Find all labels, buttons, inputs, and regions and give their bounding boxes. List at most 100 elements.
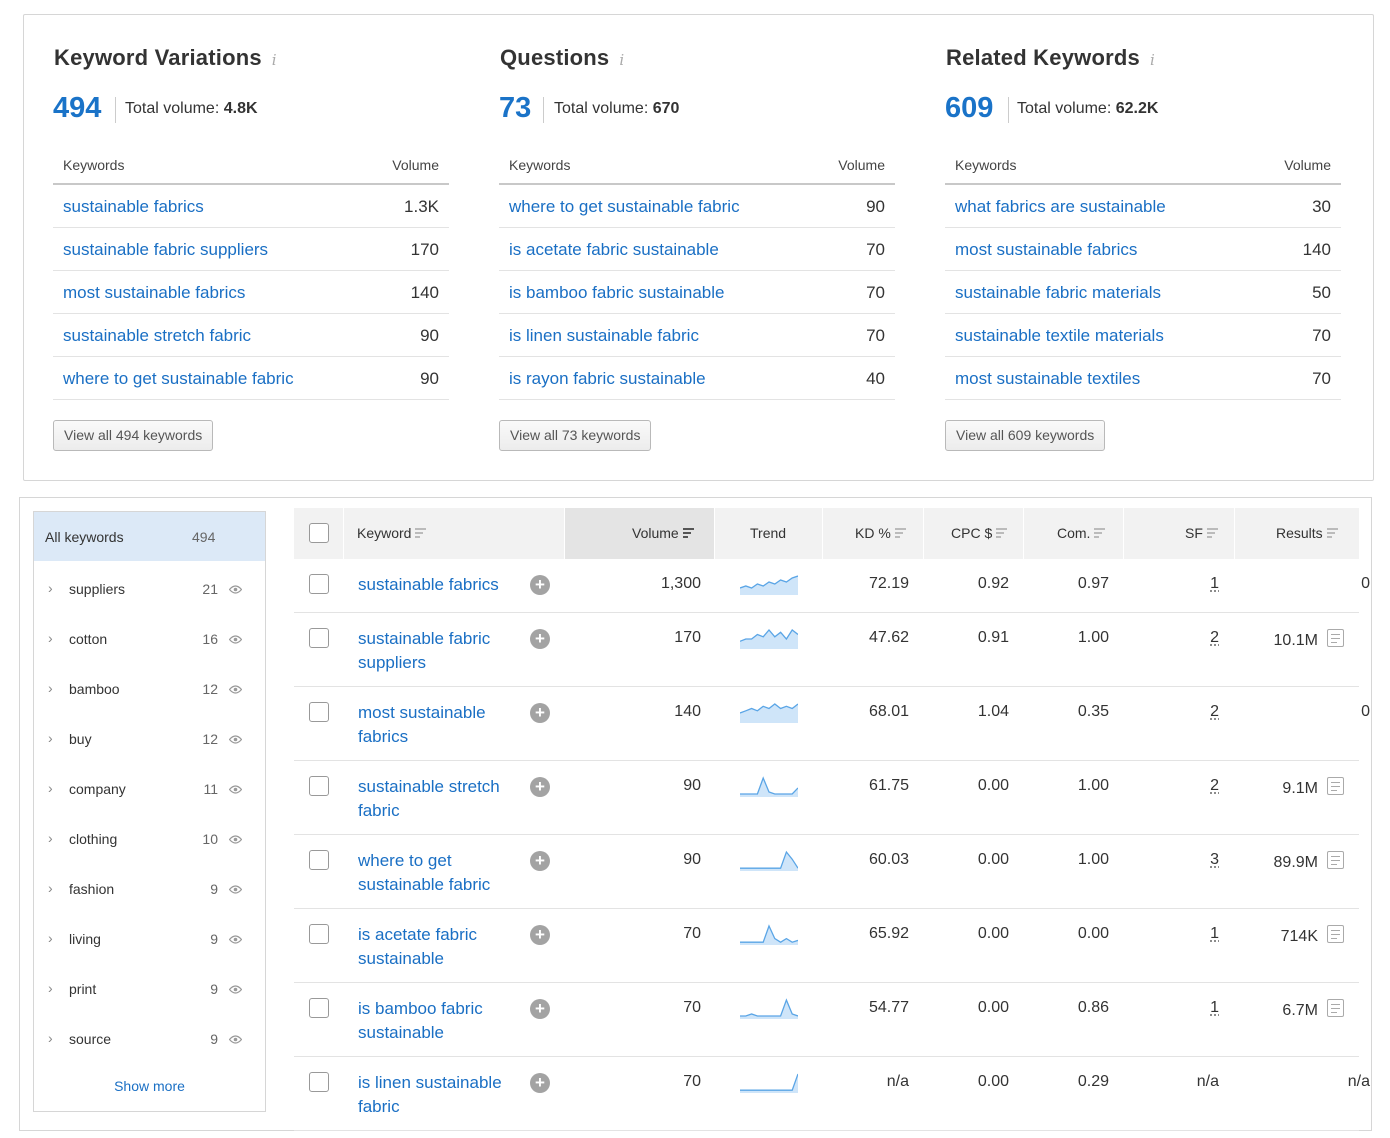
eye-icon[interactable] (228, 681, 243, 694)
group-item-company[interactable]: › company 11 (34, 764, 265, 814)
sf-value[interactable]: 1 (1210, 575, 1219, 592)
keyword-link[interactable]: sustainable fabrics (358, 573, 518, 597)
row-checkbox[interactable] (309, 776, 329, 796)
chevron-right-icon[interactable]: › (48, 980, 53, 996)
info-icon[interactable]: i (272, 51, 277, 69)
chevron-right-icon[interactable]: › (48, 880, 53, 896)
overview-keyword-link[interactable]: where to get sustainable fabric (509, 197, 740, 217)
group-item-bamboo[interactable]: › bamboo 12 (34, 664, 265, 714)
keyword-link[interactable]: sustainable stretch fabric (358, 775, 518, 823)
sf-value[interactable]: 1 (1210, 999, 1219, 1016)
sf-value[interactable]: 2 (1210, 777, 1219, 794)
group-item-buy[interactable]: › buy 12 (34, 714, 265, 764)
sf-value[interactable]: 2 (1210, 629, 1219, 646)
group-all-keywords[interactable]: All keywords 494 (34, 512, 265, 561)
group-item-clothing[interactable]: › clothing 10 (34, 814, 265, 864)
overview-keyword-link[interactable]: is acetate fabric sustainable (509, 240, 719, 260)
group-item-fashion[interactable]: › fashion 9 (34, 864, 265, 914)
row-checkbox[interactable] (309, 924, 329, 944)
add-to-list-icon[interactable]: + (530, 703, 550, 723)
eye-icon[interactable] (228, 631, 243, 644)
chevron-right-icon[interactable]: › (48, 730, 53, 746)
eye-icon[interactable] (228, 781, 243, 794)
overview-keyword-link[interactable]: is rayon fabric sustainable (509, 369, 706, 389)
view-all-button[interactable]: View all 609 keywords (945, 420, 1106, 451)
overview-keyword-link[interactable]: is bamboo fabric sustainable (509, 283, 724, 303)
keyword-link[interactable]: most sustainable fabrics (358, 701, 518, 749)
header-kd[interactable]: KD % (855, 508, 906, 559)
overview-keyword-link[interactable]: sustainable fabric materials (955, 283, 1161, 303)
serp-snapshot-icon[interactable] (1327, 777, 1344, 795)
chevron-right-icon[interactable]: › (48, 780, 53, 796)
add-to-list-icon[interactable]: + (530, 999, 550, 1019)
header-results[interactable]: Results (1276, 508, 1338, 559)
eye-icon[interactable] (228, 881, 243, 894)
keyword-link[interactable]: where to get sustainable fabric (358, 849, 518, 897)
add-to-list-icon[interactable]: + (530, 575, 550, 595)
eye-icon[interactable] (228, 831, 243, 844)
chevron-right-icon[interactable]: › (48, 580, 53, 596)
add-to-list-icon[interactable]: + (530, 851, 550, 871)
serp-snapshot-icon[interactable] (1327, 851, 1344, 869)
header-sf[interactable]: SF (1185, 508, 1218, 559)
view-all-button[interactable]: View all 73 keywords (499, 420, 652, 451)
row-checkbox[interactable] (309, 1072, 329, 1092)
group-item-cotton[interactable]: › cotton 16 (34, 614, 265, 664)
select-all-checkbox[interactable] (309, 523, 329, 543)
row-checkbox[interactable] (309, 574, 329, 594)
overview-keyword-link[interactable]: sustainable stretch fabric (63, 326, 251, 346)
keyword-link[interactable]: is acetate fabric sustainable (358, 923, 518, 971)
overview-keyword-link[interactable]: where to get sustainable fabric (63, 369, 294, 389)
show-more-link[interactable]: Show more (34, 1078, 265, 1094)
group-all-label: All keywords (45, 529, 124, 545)
chevron-right-icon[interactable]: › (48, 930, 53, 946)
chevron-right-icon[interactable]: › (48, 1030, 53, 1046)
eye-icon[interactable] (228, 581, 243, 594)
sf-value[interactable]: 2 (1210, 703, 1219, 720)
group-item-living[interactable]: › living 9 (34, 914, 265, 964)
row-checkbox[interactable] (309, 998, 329, 1018)
keyword-link[interactable]: is bamboo fabric sustainable (358, 997, 518, 1045)
overview-keyword-link[interactable]: sustainable textile materials (955, 326, 1164, 346)
header-volume[interactable]: Volume (632, 508, 694, 559)
info-icon[interactable]: i (619, 51, 624, 69)
group-item-source[interactable]: › source 9 (34, 1014, 265, 1064)
serp-snapshot-icon[interactable] (1327, 629, 1344, 647)
add-to-list-icon[interactable]: + (530, 629, 550, 649)
keyword-link[interactable]: sustainable fabric suppliers (358, 627, 518, 675)
group-item-print[interactable]: › print 9 (34, 964, 265, 1014)
add-to-list-icon[interactable]: + (530, 1073, 550, 1093)
sf-value[interactable]: 3 (1210, 851, 1219, 868)
keyword-link[interactable]: is linen sustainable fabric (358, 1071, 518, 1119)
header-keyword[interactable]: Keyword (357, 508, 427, 559)
row-checkbox[interactable] (309, 628, 329, 648)
add-to-list-icon[interactable]: + (530, 777, 550, 797)
overview-count: 494 (53, 92, 102, 124)
view-all-button[interactable]: View all 494 keywords (53, 420, 214, 451)
chevron-right-icon[interactable]: › (48, 830, 53, 846)
add-to-list-icon[interactable]: + (530, 925, 550, 945)
overview-keyword-link[interactable]: most sustainable fabrics (63, 283, 245, 303)
header-com[interactable]: Com. (1057, 508, 1106, 559)
row-checkbox[interactable] (309, 850, 329, 870)
overview-keyword-link[interactable]: sustainable fabrics (63, 197, 204, 217)
info-icon[interactable]: i (1150, 51, 1155, 69)
serp-snapshot-icon[interactable] (1327, 999, 1344, 1017)
eye-icon[interactable] (228, 981, 243, 994)
chevron-right-icon[interactable]: › (48, 680, 53, 696)
header-cpc[interactable]: CPC $ (951, 508, 1008, 559)
serp-snapshot-icon[interactable] (1327, 925, 1344, 943)
eye-icon[interactable] (228, 731, 243, 744)
overview-keyword-link[interactable]: sustainable fabric suppliers (63, 240, 268, 260)
overview-keyword-link[interactable]: what fabrics are sustainable (955, 197, 1166, 217)
sf-value[interactable]: 1 (1210, 925, 1219, 942)
overview-keyword-link[interactable]: most sustainable textiles (955, 369, 1140, 389)
overview-keyword-link[interactable]: most sustainable fabrics (955, 240, 1137, 260)
kd-cell: 54.77 (868, 999, 909, 1016)
group-item-suppliers[interactable]: › suppliers 21 (34, 564, 265, 614)
chevron-right-icon[interactable]: › (48, 630, 53, 646)
eye-icon[interactable] (228, 931, 243, 944)
row-checkbox[interactable] (309, 702, 329, 722)
overview-keyword-link[interactable]: is linen sustainable fabric (509, 326, 699, 346)
eye-icon[interactable] (228, 1031, 243, 1044)
